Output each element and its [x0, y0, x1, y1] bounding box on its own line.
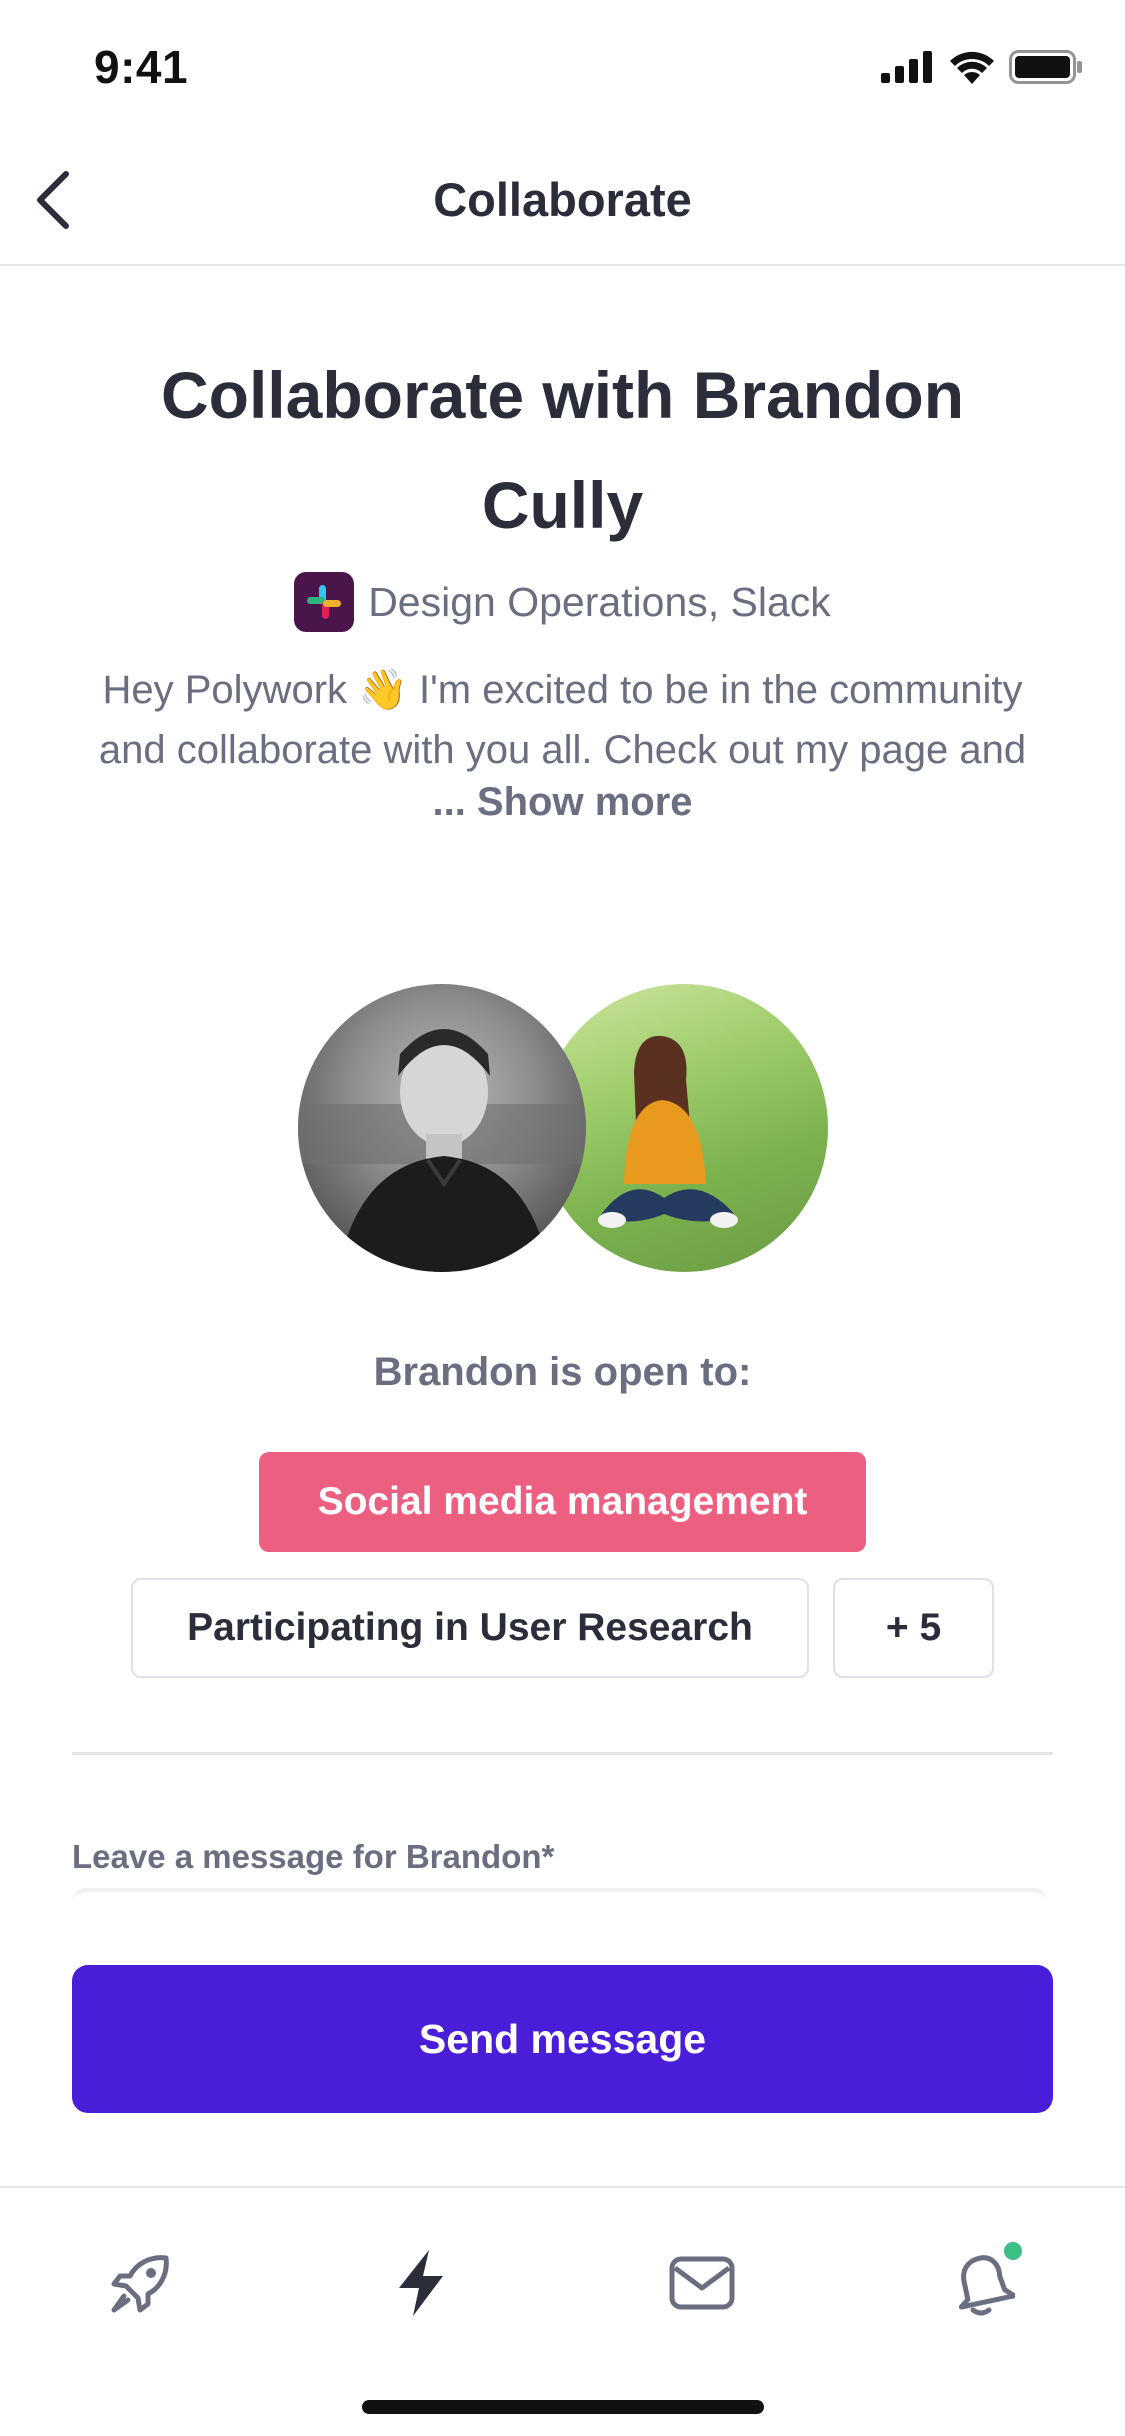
- message-label: Leave a message for Brandon*: [72, 1838, 555, 1875]
- rocket-icon: [111, 2255, 169, 2313]
- chip-user-research[interactable]: Participating in User Research: [131, 1578, 809, 1678]
- battery-icon: [1009, 50, 1082, 84]
- chip-social-media-management[interactable]: Social media management: [259, 1452, 866, 1552]
- status-icons: [881, 50, 1083, 84]
- wifi-icon: [950, 51, 994, 84]
- nav-header: Collaborate: [0, 140, 1125, 266]
- open-to-title: Brandon is open to:: [373, 1350, 752, 1394]
- status-time: 9:41: [94, 41, 189, 93]
- divider: [72, 1752, 1053, 1755]
- lightning-icon: [399, 2250, 443, 2316]
- notification-dot: [1004, 2242, 1022, 2260]
- bell-icon: [958, 2255, 1015, 2316]
- signal-icon: [881, 51, 932, 83]
- collaborate-screen: 9:41 Collaborate Collaborate with Brando…: [0, 0, 1125, 2436]
- tab-discover[interactable]: [96, 2238, 186, 2328]
- bio-text: Hey Polywork 👋 I'm excited to be in the …: [98, 668, 1027, 772]
- page-title: Collaborate with Brandon Cully: [160, 358, 965, 542]
- message-field[interactable]: [72, 1888, 1047, 1912]
- nav-title: Collaborate: [433, 173, 692, 226]
- avatar-brandon: [298, 984, 586, 1272]
- send-message-button[interactable]: Send message: [72, 1965, 1053, 2113]
- tab-collaborate[interactable]: [376, 2238, 466, 2328]
- company-name: Design Operations, Slack: [368, 578, 831, 625]
- home-indicator: [362, 2400, 764, 2414]
- chip-more[interactable]: + 5: [833, 1578, 994, 1678]
- tab-notifications[interactable]: [938, 2238, 1028, 2328]
- tab-bar: [0, 2186, 1125, 2436]
- tab-messages[interactable]: [657, 2238, 747, 2328]
- company-row: Design Operations, Slack: [0, 572, 1125, 632]
- slack-logo-icon: [294, 572, 355, 632]
- status-bar: 9:41: [0, 0, 1125, 140]
- show-more-link[interactable]: ... Show more: [0, 780, 1125, 825]
- mail-icon: [669, 2256, 735, 2310]
